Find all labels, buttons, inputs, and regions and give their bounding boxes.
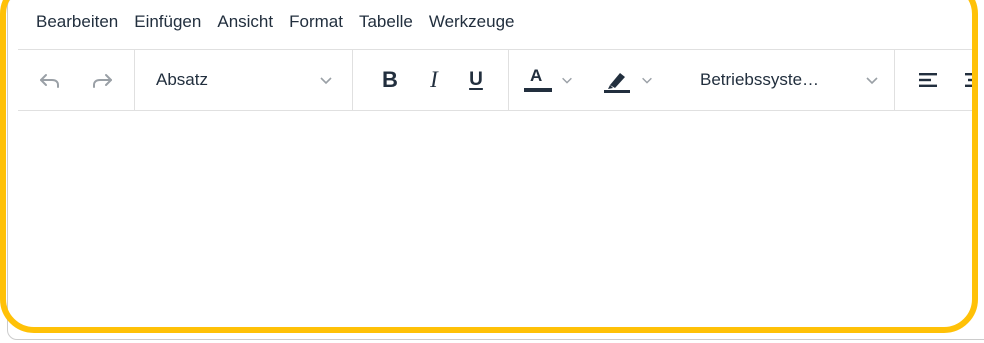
menu-view[interactable]: Ansicht: [217, 12, 273, 32]
bold-icon: B: [382, 67, 398, 92]
chevron-down-icon: [320, 77, 332, 85]
menubar: Bearbeiten Einfügen Ansicht Format Tabel…: [36, 0, 515, 44]
align-left-button[interactable]: [910, 50, 946, 110]
highlight-color-button[interactable]: [602, 50, 682, 110]
font-family-select[interactable]: Betriebssyste…: [690, 50, 890, 110]
text-color-icon: A: [524, 64, 552, 96]
toolbar: Absatz B I U A Betriebssyste…: [18, 50, 978, 110]
align-left-icon: [919, 73, 937, 87]
menu-format[interactable]: Format: [289, 12, 343, 32]
toolbar-separator: [508, 50, 509, 110]
highlight-pen-icon: [604, 73, 630, 93]
underline-icon: U: [469, 69, 483, 90]
align-center-icon: [965, 73, 978, 87]
chevron-down-icon: [866, 77, 878, 85]
chevron-down-icon: [562, 77, 572, 84]
redo-button[interactable]: [82, 50, 122, 110]
toolbar-separator: [134, 50, 135, 110]
menu-insert[interactable]: Einfügen: [134, 12, 201, 32]
editor-content-area[interactable]: [18, 111, 976, 321]
italic-icon: I: [430, 67, 438, 92]
redo-icon: [93, 74, 112, 88]
block-format-select[interactable]: Absatz: [136, 50, 350, 110]
align-center-button[interactable]: [956, 50, 978, 110]
underline-button[interactable]: U: [456, 50, 496, 110]
font-family-value: Betriebssyste…: [700, 70, 820, 89]
menu-table[interactable]: Tabelle: [359, 12, 413, 32]
toolbar-separator: [894, 50, 895, 110]
block-format-value: Absatz: [156, 70, 208, 89]
toolbar-separator: [352, 50, 353, 110]
bold-button[interactable]: B: [370, 50, 410, 110]
italic-button[interactable]: I: [414, 50, 454, 110]
text-color-button[interactable]: A: [524, 50, 596, 110]
menu-tools[interactable]: Werkzeuge: [429, 12, 515, 32]
chevron-down-icon: [642, 77, 652, 84]
undo-icon: [40, 74, 59, 88]
undo-button[interactable]: [30, 50, 70, 110]
menu-edit[interactable]: Bearbeiten: [36, 12, 118, 32]
